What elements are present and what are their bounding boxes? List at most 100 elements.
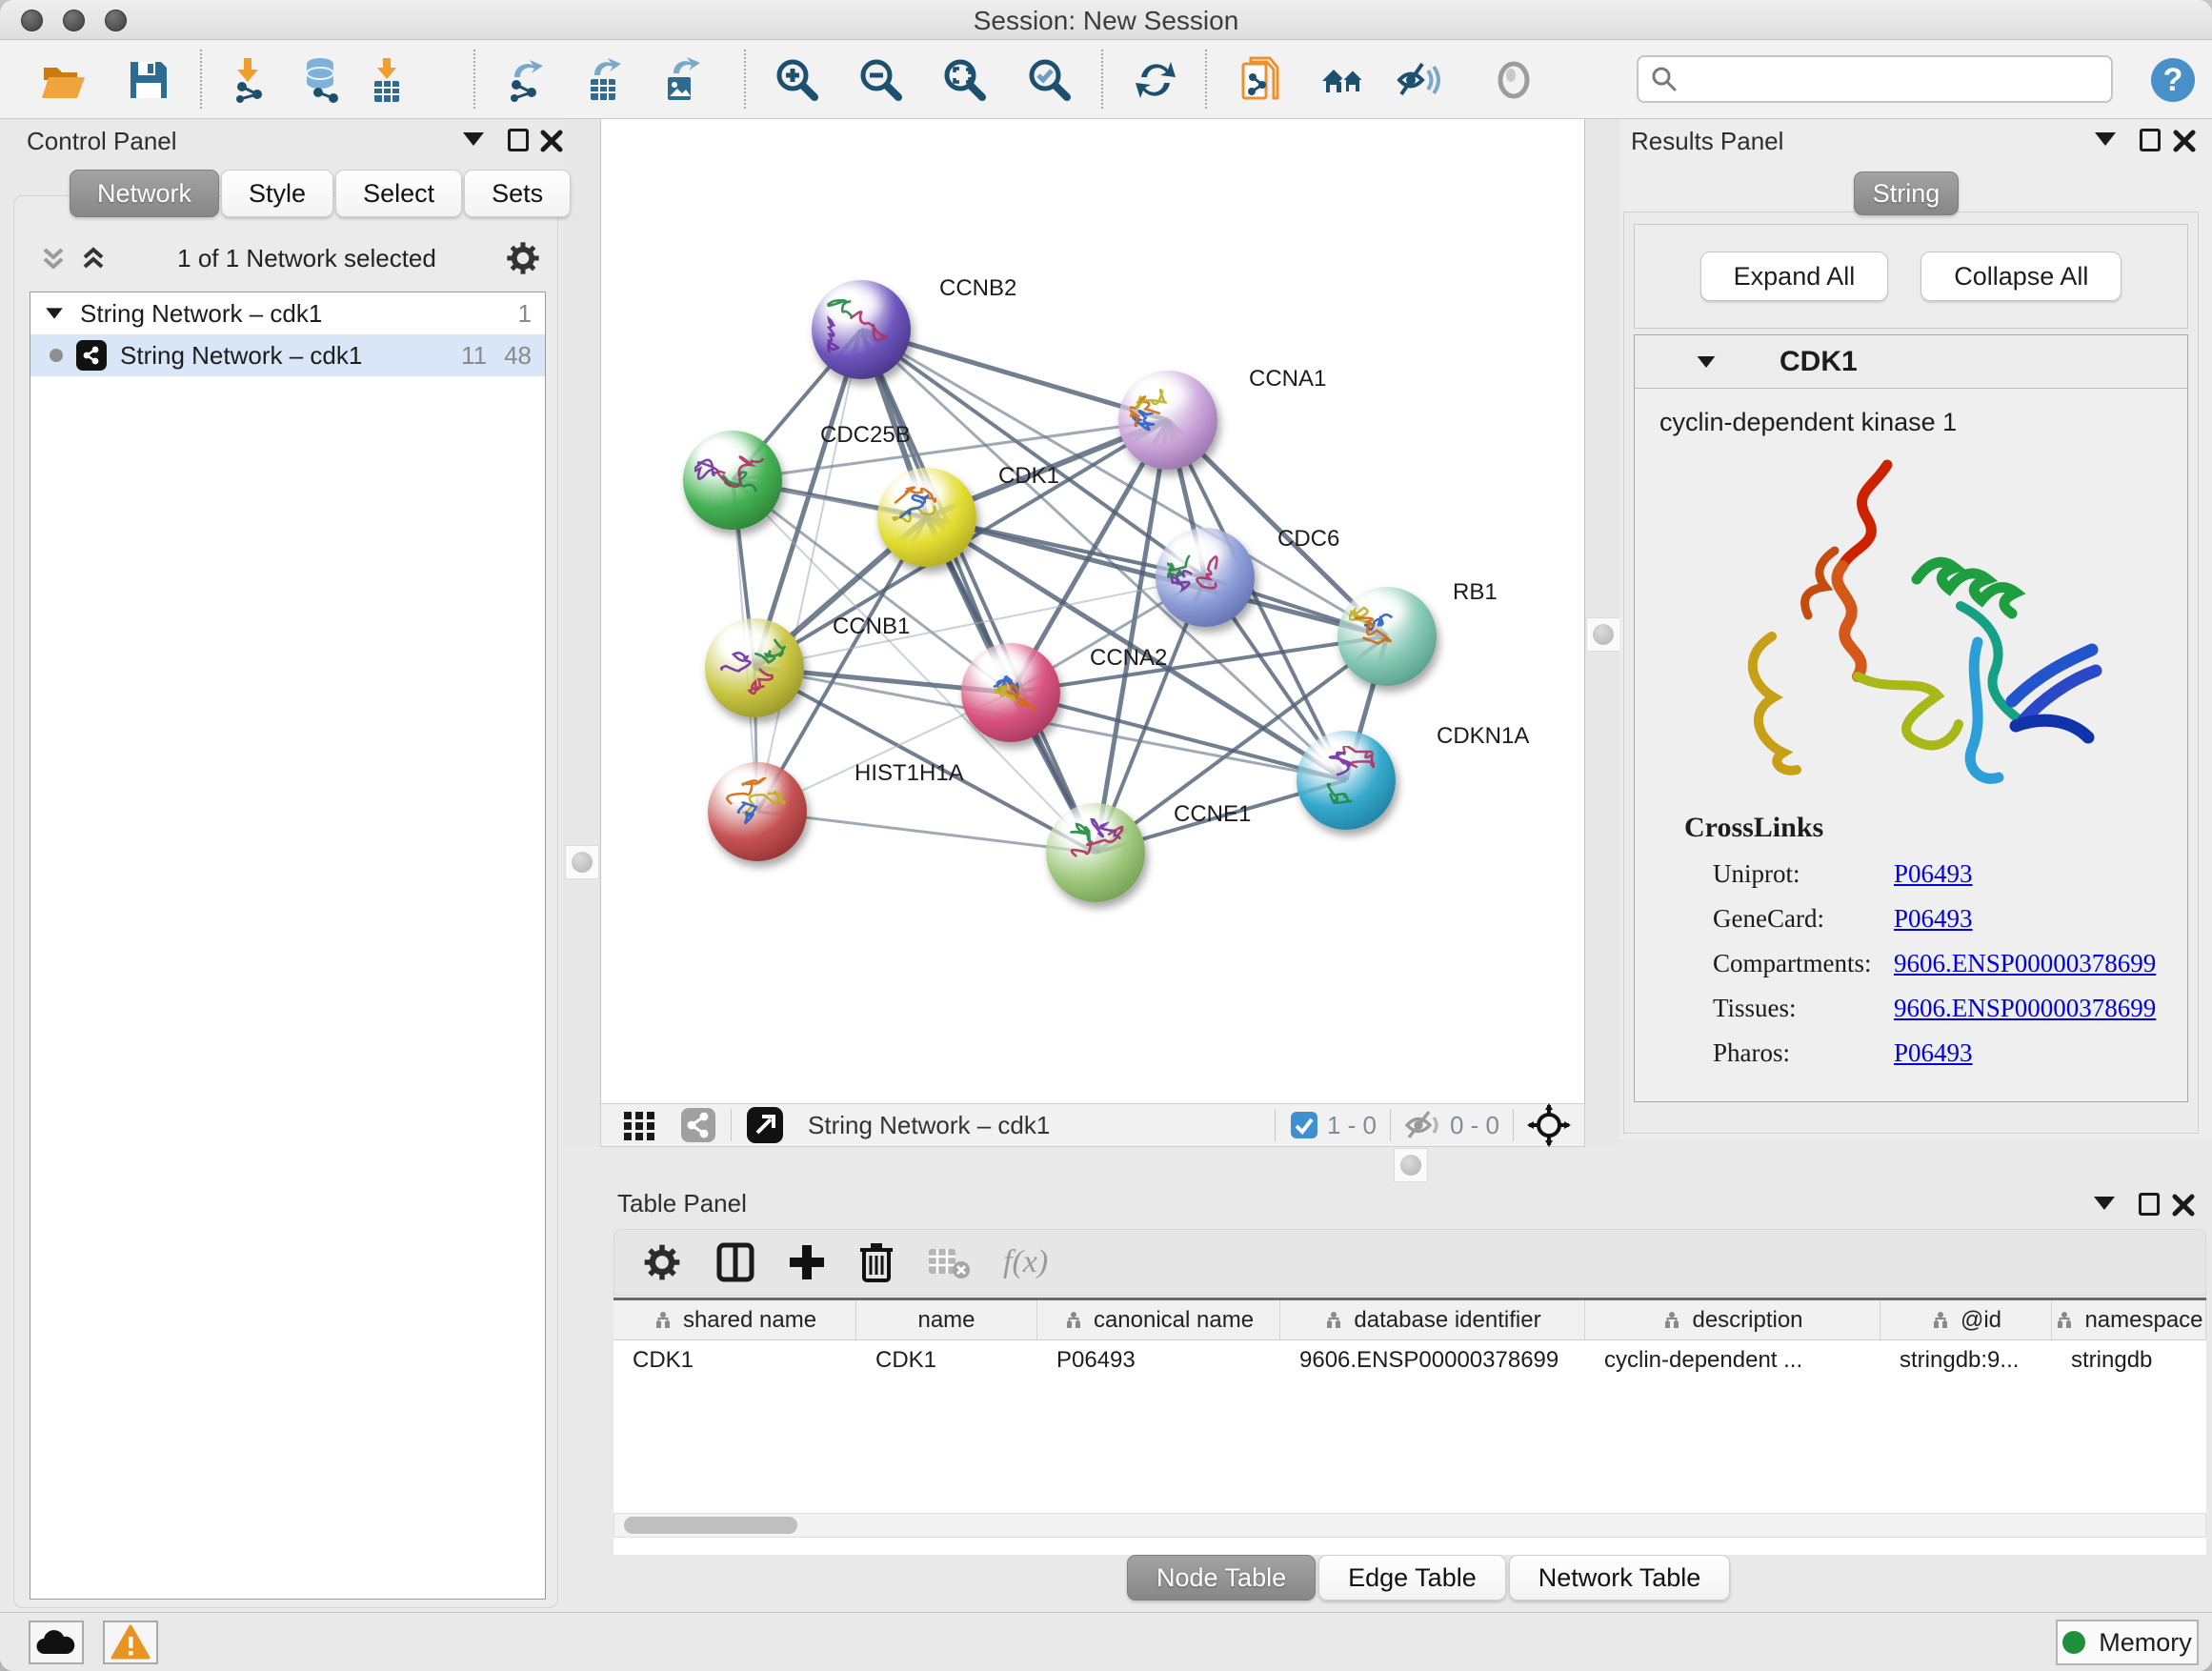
control-panel-menu-icon[interactable] [463,132,484,146]
cloud-button[interactable] [29,1621,84,1664]
import-table-button[interactable] [360,53,413,107]
crosslink-link[interactable]: P06493 [1894,904,1973,934]
help-button[interactable]: ? [2146,53,2200,107]
share-view-icon[interactable] [679,1106,717,1144]
network-node[interactable] [708,762,807,861]
zoom-out-button[interactable] [855,53,908,107]
table-cell[interactable]: CDK1 [856,1340,1037,1380]
search-input[interactable] [1679,66,2079,93]
network-node[interactable] [1297,731,1396,830]
collapse-all-button[interactable]: Collapse All [1920,252,2122,301]
collapse-all-icon[interactable] [37,242,70,274]
export-network-button[interactable] [498,53,552,107]
tab-node-table[interactable]: Node Table [1127,1555,1316,1601]
hide-unhide-button[interactable] [1393,53,1446,107]
table-panel-menu-icon[interactable] [2094,1197,2115,1210]
network-node[interactable] [1046,803,1145,902]
import-database-button[interactable] [294,53,348,107]
table-panel-float-icon[interactable] [2139,1193,2160,1216]
table-cell[interactable]: CDK1 [613,1340,856,1380]
gene-collapse-icon[interactable] [1698,356,1716,368]
scrollbar-thumb[interactable] [624,1517,797,1534]
results-panel-menu-icon[interactable] [2095,132,2116,146]
network-edge[interactable] [757,812,1096,853]
left-splitter[interactable] [564,119,600,1147]
column-header-description[interactable]: description [1585,1300,1880,1339]
network-node[interactable] [812,280,911,379]
table-cell[interactable]: cyclin-dependent ... [1585,1340,1880,1380]
network-node[interactable] [1156,528,1255,627]
network-node[interactable] [877,468,976,567]
string-home-button[interactable] [1316,53,1369,107]
column-header-namespace[interactable]: namespace [2052,1300,2206,1339]
results-panel-close-icon[interactable] [2172,129,2197,153]
delete-table-icon[interactable] [927,1245,971,1279]
table-cell[interactable]: stringdb:9... [1880,1340,2052,1380]
share-document-button[interactable] [1233,53,1286,107]
table-panel-close-icon[interactable] [2171,1193,2196,1218]
add-column-icon[interactable] [788,1243,826,1281]
crosslink-link[interactable]: P06493 [1894,859,1973,889]
network-node[interactable] [961,643,1060,742]
control-panel-close-icon[interactable] [539,129,564,153]
export-image-button[interactable] [654,53,707,107]
network-node[interactable] [705,618,804,717]
open-session-button[interactable] [36,53,90,107]
column-header-database-identifier[interactable]: database identifier [1280,1300,1585,1339]
network-node[interactable] [683,431,782,530]
import-network-button[interactable] [222,53,275,107]
network-collection-row[interactable]: String Network – cdk1 1 [30,292,545,334]
save-session-button[interactable] [122,53,175,107]
selected-checkbox-icon[interactable] [1289,1110,1319,1140]
tab-edge-table[interactable]: Edge Table [1318,1555,1506,1601]
tab-network-table[interactable]: Network Table [1509,1555,1731,1601]
expand-all-icon[interactable] [77,242,110,274]
right-splitter[interactable] [1585,119,1621,1147]
tab-sets[interactable]: Sets [464,170,571,217]
table-horizontal-scrollbar[interactable] [613,1513,2206,1538]
network-row[interactable]: String Network – cdk1 11 48 [30,334,545,376]
results-panel-float-icon[interactable] [2140,129,2161,151]
network-edge[interactable] [757,330,861,812]
table-cell[interactable]: stringdb [2052,1340,2206,1380]
column-header-shared-name[interactable]: shared name [613,1300,856,1339]
preview-eye-button[interactable] [1487,53,1540,107]
expand-all-button[interactable]: Expand All [1700,252,1889,301]
tab-select[interactable]: Select [335,170,462,217]
table-row[interactable]: CDK1CDK1P064939606.ENSP00000378699cyclin… [613,1340,2206,1380]
table-options-gear-icon[interactable] [641,1241,683,1283]
table-cell[interactable]: 9606.ENSP00000378699 [1280,1340,1585,1380]
open-in-window-icon[interactable] [745,1105,785,1145]
collection-expand-icon[interactable] [46,308,63,318]
right-splitter-handle[interactable] [1586,617,1620,652]
export-table-button[interactable] [576,53,630,107]
crosslink-link[interactable]: 9606.ENSP00000378699 [1894,994,2156,1023]
tab-network[interactable]: Network [70,170,219,217]
tab-style[interactable]: Style [221,170,333,217]
memory-button[interactable]: Memory [2056,1620,2199,1665]
search-field[interactable] [1637,55,2113,103]
hidden-eye-icon[interactable] [1404,1109,1442,1141]
bottom-splitter-handle[interactable] [1394,1148,1428,1182]
birds-eye-icon[interactable] [1527,1103,1571,1147]
column-header--id[interactable]: @id [1880,1300,2052,1339]
delete-column-icon[interactable] [858,1240,895,1284]
table-cell[interactable]: P06493 [1037,1340,1280,1380]
grid-view-icon[interactable] [620,1106,658,1144]
tab-string[interactable]: String [1854,171,1959,215]
gene-header-row[interactable]: CDK1 [1635,335,2187,389]
zoom-in-button[interactable] [771,53,824,107]
network-node[interactable] [1337,587,1437,686]
network-canvas[interactable]: CCNB2CCNA1CDC25BCDK1CDC6RB1CCNB1CCNA2CDK… [600,119,1585,1103]
column-header-name[interactable]: name [856,1300,1037,1339]
refresh-button[interactable] [1129,53,1182,107]
column-header-canonical-name[interactable]: canonical name [1037,1300,1280,1339]
function-builder-icon[interactable]: f(x) [1003,1244,1048,1280]
left-splitter-handle[interactable] [565,845,599,879]
crosslink-link[interactable]: 9606.ENSP00000378699 [1894,949,2156,978]
control-panel-float-icon[interactable] [508,129,529,151]
show-columns-icon[interactable] [715,1241,755,1283]
options-gear-icon[interactable] [504,239,542,277]
network-node[interactable] [1118,371,1217,470]
zoom-fit-button[interactable] [938,53,992,107]
